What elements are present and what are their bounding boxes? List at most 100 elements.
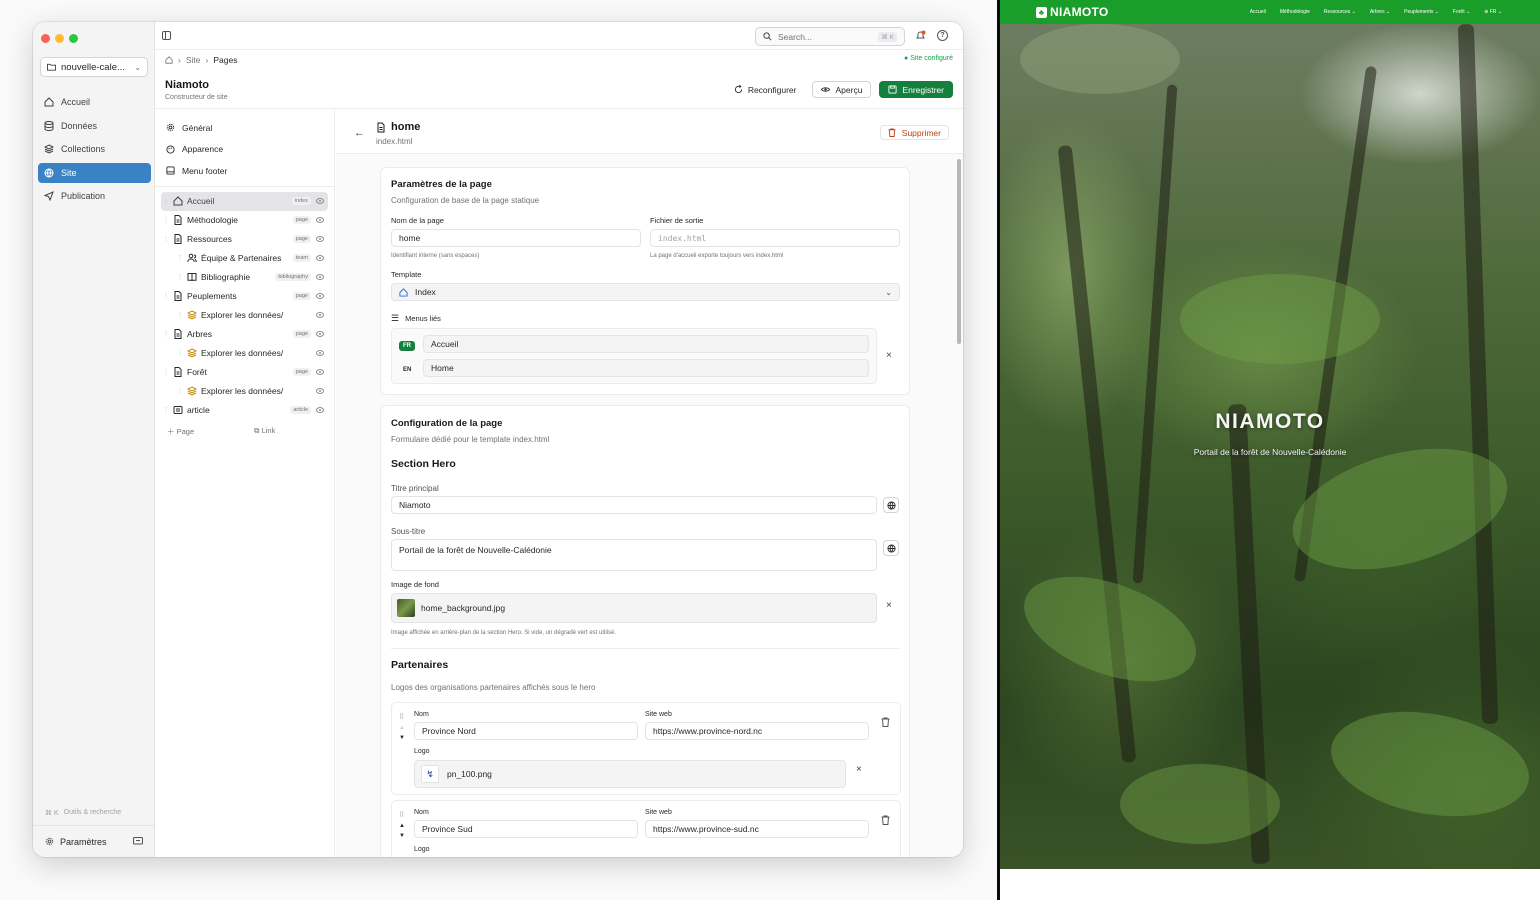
drag-handle-icon[interactable]: ⋮ — [161, 197, 171, 205]
move-down-icon[interactable]: ▼ — [399, 833, 405, 839]
site-nav-arbres[interactable]: Arbres ⌄ — [1370, 9, 1390, 15]
site-nav-methodologie[interactable]: Méthodologie — [1280, 9, 1310, 15]
bg-image-picker[interactable]: home_background.jpg — [391, 593, 877, 623]
tree-page-bibliographie[interactable]: ⋮ Bibliographie bibliography — [161, 268, 328, 287]
site-nav-accueil[interactable]: Accueil — [1250, 9, 1266, 15]
maximize-window-button[interactable] — [69, 34, 78, 43]
drag-handle-icon[interactable]: ⋮ — [175, 254, 185, 262]
site-nav-ressources[interactable]: Ressources ⌄ — [1324, 9, 1356, 15]
linked-menus-heading: ☰ Menus liés — [391, 313, 441, 324]
drag-handle-icon[interactable]: ⋮ — [161, 330, 171, 338]
partner-name-input[interactable]: Province Sud — [414, 820, 638, 838]
eye-icon[interactable] — [316, 217, 324, 223]
help-icon[interactable]: ? — [937, 30, 948, 41]
eye-icon[interactable] — [316, 331, 324, 337]
project-select[interactable]: nouvelle-cale... ⌄ — [40, 57, 148, 77]
tree-page-ressources[interactable]: ⋮ Ressources page — [161, 230, 328, 249]
translate-button[interactable] — [883, 497, 899, 513]
eye-icon[interactable] — [316, 274, 324, 280]
main-title-input[interactable]: Niamoto — [391, 496, 877, 514]
breadcrumb-site[interactable]: Site — [186, 55, 201, 65]
eye-icon[interactable] — [316, 293, 324, 299]
drag-handle-icon[interactable]: ⠿ — [399, 713, 404, 721]
tree-item-appearance[interactable]: Apparence — [155, 139, 334, 161]
menu-en-input[interactable]: Home — [423, 359, 869, 377]
reconfigure-button[interactable]: Reconfigurer — [725, 81, 805, 98]
tree-page-accueil[interactable]: ⋮ Accueil index — [161, 191, 328, 211]
move-up-icon[interactable]: ▲ — [399, 823, 405, 829]
notification-bell-icon[interactable] — [915, 30, 926, 41]
delete-page-button[interactable]: Supprimer — [879, 125, 949, 140]
eye-icon[interactable] — [316, 388, 324, 394]
partner-name-input[interactable]: Province Nord — [414, 722, 638, 740]
trash-icon[interactable] — [881, 717, 890, 727]
sidebar-item-publication[interactable]: Publication — [38, 186, 151, 206]
tools-search-shortcut[interactable]: ⌘ K Outils & recherche — [45, 809, 121, 817]
drag-handle-icon[interactable]: ⋮ — [175, 387, 185, 395]
tree-page-explorer-arbres[interactable]: ⋮ Explorer les données/ — [161, 344, 328, 363]
site-nav-foret[interactable]: Forêt ⌄ — [1453, 9, 1470, 15]
tree-page-methodologie[interactable]: ⋮ Méthodologie page — [161, 211, 328, 230]
toggle-sidebar-icon[interactable] — [162, 31, 171, 40]
settings-button[interactable]: Paramètres — [33, 825, 155, 857]
eye-icon[interactable] — [316, 350, 324, 356]
tree-item-footer-menu[interactable]: Menu footer — [155, 160, 334, 182]
drag-handle-icon[interactable]: ⋮ — [161, 292, 171, 300]
tree-page-equipe[interactable]: ⋮ Équipe & Partenaires team — [161, 249, 328, 268]
sidebar-item-collections[interactable]: Collections — [38, 139, 151, 159]
eye-icon[interactable] — [316, 198, 324, 204]
site-nav-peuplements[interactable]: Peuplements ⌄ — [1404, 9, 1439, 15]
close-window-button[interactable] — [41, 34, 50, 43]
translate-button[interactable] — [883, 540, 899, 556]
tree-page-arbres[interactable]: ⋮ Arbres page — [161, 325, 328, 344]
drag-handle-icon[interactable]: ⋮ — [175, 273, 185, 281]
output-file-input[interactable]: index.html — [650, 229, 900, 247]
sidebar-item-donnees[interactable]: Données — [38, 116, 151, 136]
language-switcher[interactable]: ⊕ FR ⌄ — [1484, 9, 1502, 15]
feedback-icon[interactable] — [133, 837, 143, 846]
tree-page-peuplements[interactable]: ⋮ Peuplements page — [161, 287, 328, 306]
add-page-button[interactable]: ＋ Page — [167, 426, 194, 437]
site-logo[interactable]: ♣ NIAMOTO — [1036, 5, 1109, 19]
eye-icon[interactable] — [316, 255, 324, 261]
eye-icon[interactable] — [316, 312, 324, 318]
back-arrow-icon[interactable]: ← — [354, 127, 365, 139]
tree-page-foret[interactable]: ⋮ Forêt page — [161, 363, 328, 382]
minimize-window-button[interactable] — [55, 34, 64, 43]
sidebar-item-accueil[interactable]: Accueil — [38, 92, 151, 112]
drag-handle-icon[interactable]: ⋮ — [161, 235, 171, 243]
eye-icon[interactable] — [316, 407, 324, 413]
page-name-input[interactable]: home — [391, 229, 641, 247]
search-input[interactable]: Search... ⌘ K — [755, 27, 905, 46]
tree-item-general[interactable]: Général — [155, 117, 334, 139]
home-icon[interactable] — [165, 56, 173, 64]
move-up-icon[interactable]: ▲ — [399, 725, 405, 731]
close-icon[interactable]: × — [886, 350, 892, 361]
partner-website-input[interactable]: https://www.province-sud.nc — [645, 820, 869, 838]
tree-page-explorer-foret[interactable]: ⋮ Explorer les données/ — [161, 382, 328, 401]
drag-handle-icon[interactable]: ⋮ — [161, 406, 171, 414]
eye-icon[interactable] — [316, 369, 324, 375]
drag-handle-icon[interactable]: ⋮ — [161, 216, 171, 224]
eye-icon[interactable] — [316, 236, 324, 242]
scrollbar[interactable] — [957, 159, 961, 344]
save-button[interactable]: Enregistrer — [879, 81, 953, 98]
drag-handle-icon[interactable]: ⠿ — [399, 811, 404, 819]
sidebar-item-site[interactable]: Site — [38, 162, 151, 183]
tree-page-explorer-peuplements[interactable]: ⋮ Explorer les données/ — [161, 306, 328, 325]
close-icon[interactable]: × — [886, 600, 892, 611]
trash-icon[interactable] — [881, 815, 890, 825]
tree-page-article[interactable]: ⋮ article article — [161, 401, 328, 420]
move-down-icon[interactable]: ▼ — [399, 735, 405, 741]
add-link-button[interactable]: ⧉ Link — [254, 426, 275, 437]
drag-handle-icon[interactable]: ⋮ — [175, 311, 185, 319]
menu-fr-input[interactable]: Accueil — [423, 335, 869, 353]
drag-handle-icon[interactable]: ⋮ — [175, 349, 185, 357]
close-icon[interactable]: × — [856, 764, 862, 775]
partner-website-input[interactable]: https://www.province-nord.nc — [645, 722, 869, 740]
preview-button[interactable]: Aperçu — [812, 81, 872, 98]
template-select[interactable]: Index ⌄ — [391, 283, 900, 301]
drag-handle-icon[interactable]: ⋮ — [161, 368, 171, 376]
subtitle-textarea[interactable]: Portail de la forêt de Nouvelle-Calédoni… — [391, 539, 877, 571]
partner-logo-picker[interactable]: ↯ pn_100.png — [414, 760, 846, 788]
